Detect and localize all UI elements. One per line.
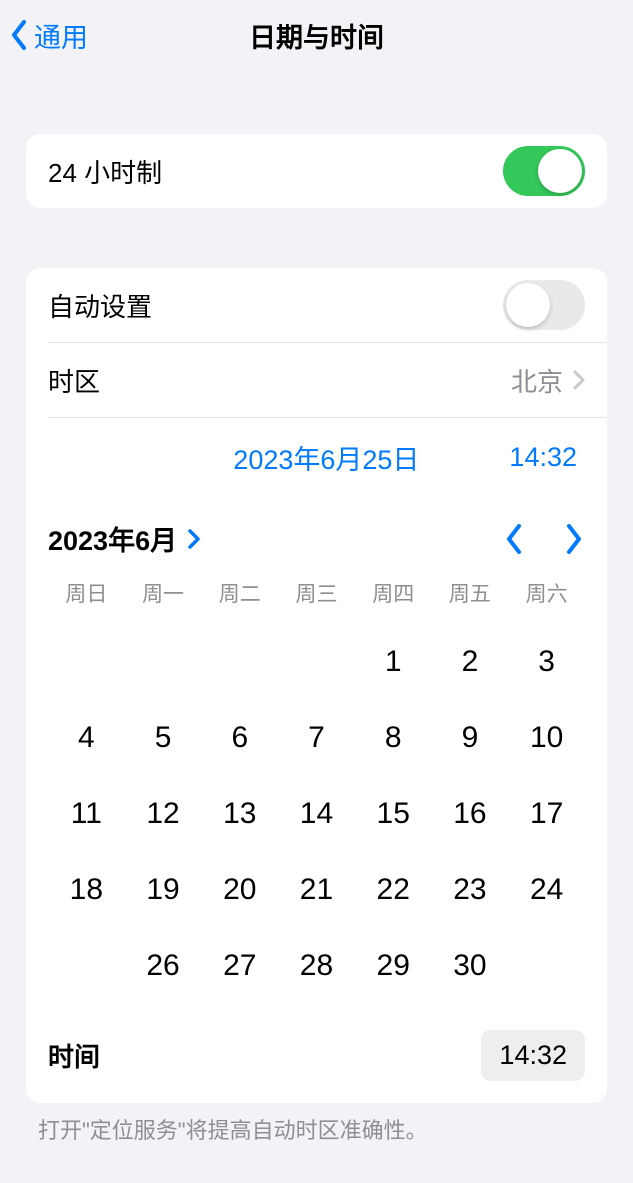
days-grid: 1234567891011121314151617181920212223242… — [48, 618, 585, 1006]
weekday-label: 周日 — [48, 578, 125, 608]
next-month-button[interactable] — [563, 522, 585, 556]
weekday-label: 周三 — [278, 578, 355, 608]
calendar-day[interactable]: 3 — [508, 640, 585, 684]
row-time: 时间 14:32 — [26, 1016, 607, 1103]
calendar-day[interactable]: 21 — [278, 868, 355, 912]
back-label: 通用 — [34, 16, 88, 55]
calendar-day[interactable]: 23 — [432, 868, 509, 912]
calendar-day[interactable]: 9 — [432, 716, 509, 760]
calendar-day[interactable]: 25 — [48, 944, 125, 988]
calendar-day[interactable]: 13 — [201, 792, 278, 836]
back-button[interactable]: 通用 — [0, 16, 88, 55]
calendar-day[interactable]: 2 — [432, 640, 509, 684]
prev-month-button[interactable] — [503, 522, 525, 556]
weekday-label: 周一 — [125, 578, 202, 608]
calendar-day[interactable]: 29 — [355, 944, 432, 988]
label-auto-set: 自动设置 — [48, 287, 152, 324]
calendar-day[interactable]: 22 — [355, 868, 432, 912]
calendar-day[interactable]: 7 — [278, 716, 355, 760]
calendar-day[interactable]: 6 — [201, 716, 278, 760]
calendar-day[interactable]: 10 — [508, 716, 585, 760]
switch-auto-set[interactable] — [503, 280, 585, 330]
header: 通用 日期与时间 — [0, 0, 633, 70]
chevron-right-icon — [573, 370, 585, 390]
footnote: 打开"定位服务"将提高自动时区准确性。 — [0, 1103, 633, 1155]
calendar-day[interactable]: 4 — [48, 716, 125, 760]
calendar-day[interactable]: 20 — [201, 868, 278, 912]
page-title: 日期与时间 — [0, 16, 633, 55]
label-timezone: 时区 — [48, 362, 100, 399]
row-24hour: 24 小时制 — [26, 134, 607, 208]
current-date-button[interactable]: 2023年6月25日 — [233, 438, 419, 477]
label-24hour: 24 小时制 — [48, 153, 162, 190]
calendar-day[interactable]: 14 — [278, 792, 355, 836]
calendar-day[interactable]: 5 — [125, 716, 202, 760]
month-picker-button[interactable]: 2023年6月 — [48, 519, 201, 558]
row-auto-set: 自动设置 — [26, 268, 607, 342]
label-time: 时间 — [48, 1037, 100, 1074]
section-datetime: 自动设置 时区 北京 2023年6月25日 14:32 2023年6月 周日周一… — [26, 268, 607, 1103]
calendar-day[interactable]: 17 — [508, 792, 585, 836]
month-label: 2023年6月 — [48, 519, 177, 558]
calendar-day[interactable]: 26 — [125, 944, 202, 988]
calendar-day[interactable]: 27 — [201, 944, 278, 988]
chevron-right-icon — [187, 528, 201, 550]
calendar-day[interactable]: 30 — [432, 944, 509, 988]
calendar-day[interactable]: 18 — [48, 868, 125, 912]
row-current-datetime: 2023年6月25日 14:32 — [26, 418, 607, 497]
calendar-day[interactable]: 11 — [48, 792, 125, 836]
calendar-day[interactable]: 24 — [508, 868, 585, 912]
calendar: 2023年6月 周日周一周二周三周四周五周六 12345678910111213… — [26, 497, 607, 1016]
weekday-label: 周二 — [201, 578, 278, 608]
value-timezone: 北京 — [511, 362, 563, 399]
weekday-label: 周五 — [432, 578, 509, 608]
switch-24hour[interactable] — [503, 146, 585, 196]
weekday-label: 周六 — [508, 578, 585, 608]
calendar-day[interactable]: 16 — [432, 792, 509, 836]
current-time-button[interactable]: 14:32 — [509, 442, 577, 473]
calendar-day[interactable]: 15 — [355, 792, 432, 836]
calendar-day[interactable]: 8 — [355, 716, 432, 760]
calendar-day[interactable]: 28 — [278, 944, 355, 988]
row-timezone[interactable]: 时区 北京 — [26, 343, 607, 417]
weekday-header: 周日周一周二周三周四周五周六 — [48, 578, 585, 608]
weekday-label: 周四 — [355, 578, 432, 608]
time-picker-button[interactable]: 14:32 — [481, 1030, 585, 1081]
calendar-day[interactable]: 1 — [355, 640, 432, 684]
calendar-day[interactable]: 12 — [125, 792, 202, 836]
calendar-day[interactable]: 19 — [125, 868, 202, 912]
section-24hour: 24 小时制 — [26, 134, 607, 208]
chevron-left-icon — [10, 20, 28, 50]
